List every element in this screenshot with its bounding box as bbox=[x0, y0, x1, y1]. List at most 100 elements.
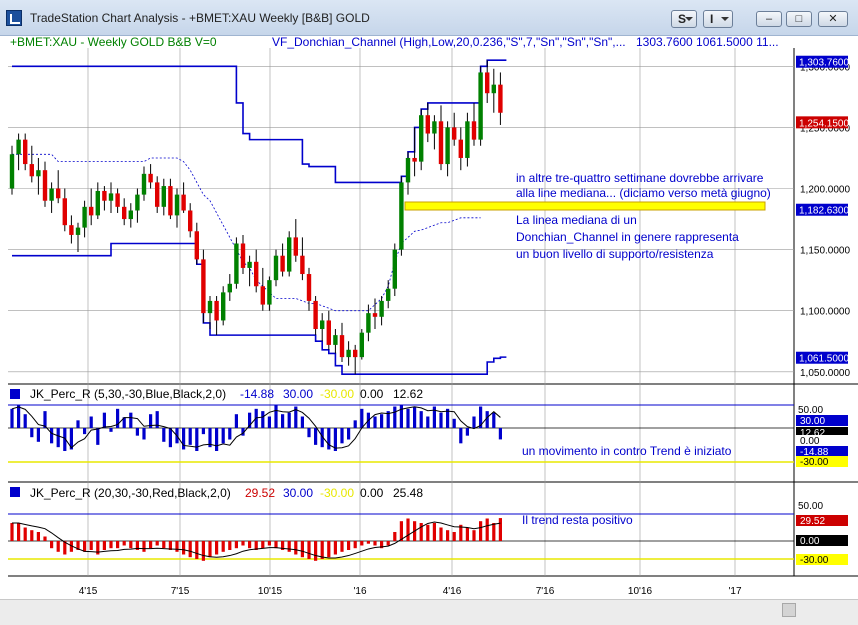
ind2-bar bbox=[261, 541, 265, 549]
ind1-bar bbox=[23, 414, 27, 428]
ind1-bar bbox=[426, 416, 430, 428]
ind2-bar bbox=[149, 541, 153, 549]
ind1-tag-label: 0.00 bbox=[800, 436, 820, 447]
ind1-bar bbox=[347, 428, 351, 440]
indicator2-bars bbox=[10, 518, 502, 561]
candle-body bbox=[399, 182, 404, 250]
candle-body bbox=[234, 243, 239, 284]
ind1-bar bbox=[201, 428, 205, 435]
insert-button[interactable]: I bbox=[703, 10, 733, 28]
ind1-bar bbox=[135, 428, 139, 436]
candle-body bbox=[82, 206, 87, 228]
ind1-bar bbox=[406, 408, 410, 428]
window-titlebar: TradeStation Chart Analysis - +BMET:XAU … bbox=[0, 0, 858, 36]
horizontal-scrollbar[interactable] bbox=[0, 599, 858, 625]
ind2-bar bbox=[234, 541, 238, 549]
ind1-bar bbox=[274, 405, 278, 428]
candle-body bbox=[485, 72, 490, 94]
ind1-bar bbox=[307, 428, 311, 438]
ind1-bar bbox=[399, 405, 403, 428]
ind2-bar bbox=[426, 524, 430, 541]
candle-body bbox=[326, 320, 331, 345]
ind2-bar bbox=[393, 532, 397, 541]
close-button[interactable]: ✕ bbox=[818, 11, 848, 27]
study-label: VF_Donchian_Channel (High,Low,20,0.236,"… bbox=[272, 36, 626, 49]
price-tick-label: 1,050.0000 bbox=[800, 368, 850, 379]
ind2-bar bbox=[241, 541, 245, 546]
candle-body bbox=[273, 255, 279, 281]
ind2-bar bbox=[201, 541, 205, 561]
candle-body bbox=[254, 261, 259, 287]
candle-body bbox=[379, 300, 384, 317]
candle-body bbox=[287, 237, 292, 272]
indicator2-value-3: -30.00 bbox=[320, 486, 354, 500]
chart-svg[interactable]: +BMET:XAU - Weekly GOLD B&B V=0 VF_Donch… bbox=[0, 36, 858, 624]
ind2-bar bbox=[366, 541, 370, 544]
price-axis-ticks: 1,300.00001,250.00001,200.00001,150.0000… bbox=[800, 62, 850, 378]
time-label: 4'15 bbox=[79, 586, 98, 597]
indicator2-value-2: 30.00 bbox=[283, 486, 313, 500]
ind2-bar bbox=[50, 541, 54, 549]
indicator1-value-4: 0.00 bbox=[360, 387, 384, 401]
candle-body bbox=[62, 198, 67, 226]
ind1-bar bbox=[340, 428, 344, 444]
ind2-bar bbox=[472, 530, 476, 541]
candle-body bbox=[386, 288, 391, 301]
study-values: 1303.7600 1061.5000 11... bbox=[636, 36, 779, 49]
time-label: 4'16 bbox=[443, 586, 462, 597]
ind2-bar bbox=[439, 527, 443, 541]
candle-body bbox=[188, 210, 193, 232]
ind2-bar bbox=[300, 541, 304, 558]
candle-body bbox=[491, 84, 496, 94]
styles-button[interactable]: S bbox=[671, 10, 697, 28]
candle-body bbox=[29, 164, 34, 177]
indicator1-value-5: 12.62 bbox=[393, 387, 423, 401]
chart-area[interactable]: +BMET:XAU - Weekly GOLD B&B V=0 VF_Donch… bbox=[0, 36, 858, 624]
ind2-bar bbox=[347, 541, 351, 550]
candle-body bbox=[227, 283, 232, 293]
candle-body bbox=[122, 206, 127, 220]
ind2-bar bbox=[188, 541, 192, 558]
candle-body bbox=[141, 173, 147, 195]
ind1-bar bbox=[228, 428, 232, 440]
ind1-tag-label: -30.00 bbox=[800, 457, 829, 468]
candle-body bbox=[49, 188, 54, 201]
candle-body bbox=[405, 157, 411, 183]
price-tag-label: 1,254.1500 bbox=[799, 118, 849, 129]
ind1-bar bbox=[419, 411, 423, 428]
candle-body bbox=[267, 280, 272, 305]
maximize-button[interactable]: □ bbox=[786, 11, 812, 27]
ind2-bar bbox=[353, 541, 357, 549]
insert-button-label: I bbox=[710, 12, 714, 26]
ind2-bar bbox=[10, 523, 14, 541]
indicator1-icon bbox=[10, 389, 20, 399]
ind1-bar bbox=[109, 428, 113, 432]
annotation-line-5: un buon livello di supporto/resistenza bbox=[516, 247, 714, 261]
ind1-bar bbox=[221, 428, 225, 444]
minimize-button[interactable]: – bbox=[756, 11, 782, 27]
ind1-bar bbox=[287, 412, 291, 428]
annotation-line-1: in altre tre-quattro settimane dovrebbe … bbox=[516, 171, 764, 185]
ind1-bar bbox=[452, 418, 456, 428]
candle-body bbox=[471, 121, 477, 140]
indicator2-icon bbox=[10, 487, 20, 497]
candle-body bbox=[339, 335, 345, 358]
candle-body bbox=[458, 139, 463, 158]
price-tag-label: 1,061.5000 bbox=[799, 354, 849, 365]
candle-body bbox=[425, 115, 430, 134]
ind2-bar bbox=[155, 541, 159, 546]
chevron-down-icon bbox=[721, 17, 729, 21]
candle-body bbox=[174, 194, 180, 216]
ind1-bar bbox=[492, 412, 496, 428]
candle-body bbox=[260, 286, 265, 305]
annotation-line-4: Donchian_Channel in genere rappresenta bbox=[516, 230, 739, 244]
ind2-bar bbox=[485, 518, 489, 541]
ind2-bar bbox=[89, 541, 93, 550]
indicator2-note: Il trend resta positivo bbox=[522, 513, 633, 527]
ind2-bar bbox=[452, 532, 456, 541]
time-label: 10'15 bbox=[258, 586, 283, 597]
scrollbar-thumb[interactable] bbox=[782, 603, 796, 617]
ind1-bar bbox=[142, 428, 146, 440]
candle-body bbox=[56, 188, 61, 199]
ind1-bar bbox=[498, 428, 502, 440]
